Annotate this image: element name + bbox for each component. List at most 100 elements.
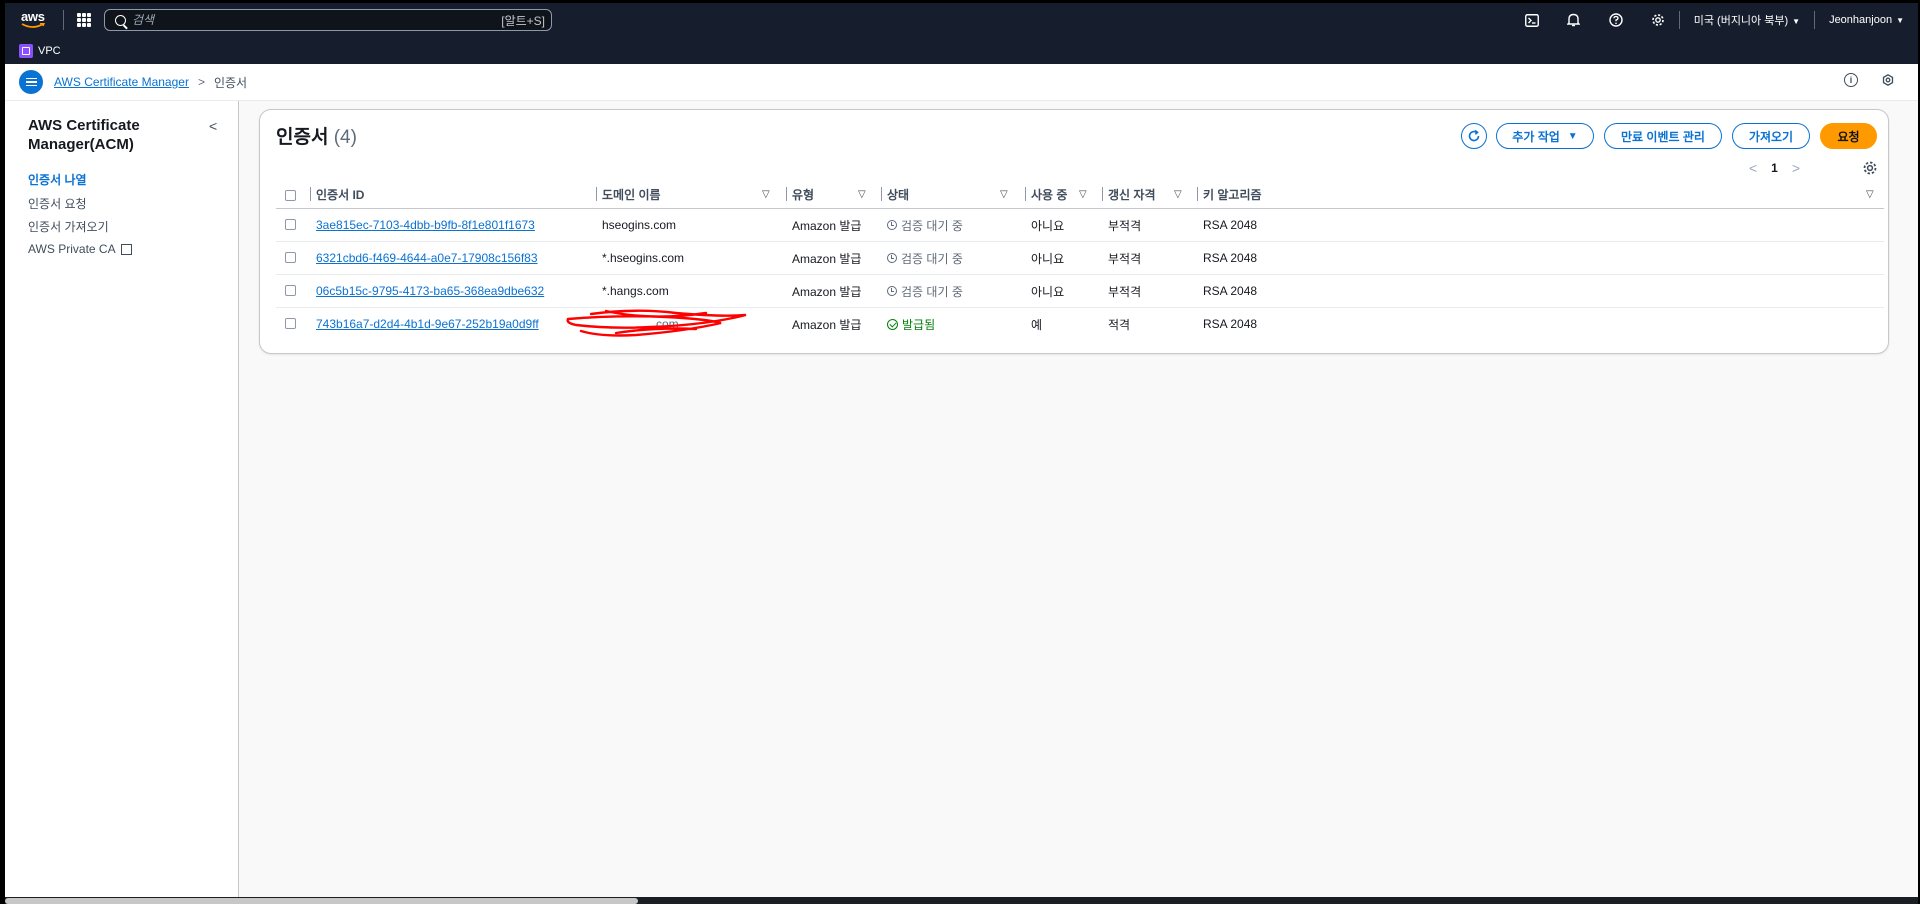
certificate-id-link[interactable]: 3ae815ec-7103-4dbb-b9fb-8f1e801f1673 bbox=[316, 218, 535, 232]
column-header-domain[interactable]: 도메인 이름 ▽ bbox=[602, 180, 782, 208]
side-nav-title: AWS Certificate Manager(ACM) bbox=[28, 117, 140, 153]
certificate-type: Amazon 발급 bbox=[792, 218, 862, 233]
in-use: 아니요 bbox=[1031, 218, 1065, 233]
sidebar-item-private-ca-label: AWS Private CA bbox=[28, 242, 116, 256]
region-selector[interactable]: 미국 (버지니아 북부) ▼ bbox=[1680, 12, 1814, 28]
cloudshell-icon[interactable] bbox=[1511, 13, 1553, 27]
horizontal-scrollbar[interactable] bbox=[5, 897, 1918, 904]
column-header-certificate-id[interactable]: 인증서 ID bbox=[316, 180, 364, 208]
column-header-type-label: 유형 bbox=[792, 187, 815, 202]
search-input[interactable] bbox=[126, 12, 502, 28]
external-link-icon bbox=[120, 244, 132, 256]
column-header-in-use[interactable]: 사용 중 ▽ bbox=[1031, 180, 1103, 208]
prev-page-icon[interactable]: < bbox=[1749, 160, 1757, 176]
column-header-key-algorithm[interactable]: 키 알고리즘 ▽ bbox=[1203, 180, 1878, 208]
certificate-id-link[interactable]: 743b16a7-d2d4-4b1d-9e67-252b19a0d9ff bbox=[316, 317, 539, 331]
column-header-renewal[interactable]: 갱신 자격 ▽ bbox=[1108, 180, 1198, 208]
search-box[interactable]: [알트+S] bbox=[104, 9, 552, 31]
sidebar-item-private-ca[interactable]: AWS Private CA bbox=[28, 242, 132, 256]
column-divider[interactable] bbox=[1102, 187, 1103, 201]
certificate-count: (4) bbox=[333, 127, 357, 148]
pagination: < 1 > bbox=[1749, 160, 1800, 176]
key-algorithm: RSA 2048 bbox=[1203, 284, 1258, 298]
row-checkbox[interactable] bbox=[285, 219, 296, 230]
status-text: 검증 대기 중 bbox=[901, 251, 963, 266]
column-header-status-label: 상태 bbox=[887, 187, 910, 202]
sort-icon[interactable]: ▽ bbox=[1079, 189, 1087, 200]
panel-title: 인증서 (4) bbox=[276, 122, 357, 149]
in-use: 아니요 bbox=[1031, 251, 1065, 266]
gear-icon[interactable] bbox=[1637, 13, 1679, 27]
sidebar-item-request-certificate[interactable]: 인증서 요청 bbox=[28, 195, 87, 212]
caret-down-icon: ▼ bbox=[1896, 16, 1904, 25]
table-row[interactable]: 3ae815ec-7103-4dbb-b9fb-8f1e801f1673 hse… bbox=[276, 209, 1884, 242]
status-text: 검증 대기 중 bbox=[901, 284, 963, 299]
account-menu[interactable]: Jeonhanjoon ▼ bbox=[1815, 14, 1918, 26]
refresh-button[interactable] bbox=[1461, 123, 1487, 149]
bell-icon[interactable] bbox=[1553, 13, 1595, 27]
domain-name: *.hangs.com bbox=[602, 284, 669, 298]
help-icon[interactable] bbox=[1595, 13, 1637, 27]
column-divider[interactable] bbox=[786, 187, 787, 201]
side-navigation: AWS Certificate Manager(ACM) < 인증서 나열 인증… bbox=[5, 101, 239, 901]
sort-icon[interactable]: ▽ bbox=[1000, 189, 1008, 200]
favorite-vpc[interactable]: VPC bbox=[19, 43, 61, 58]
certificate-id-link[interactable]: 6321cbd6-f469-4644-a0e7-17908c156f83 bbox=[316, 251, 538, 265]
collapse-icon[interactable]: < bbox=[209, 118, 217, 134]
column-divider[interactable] bbox=[881, 187, 882, 201]
breadcrumb-bar: AWS Certificate Manager > 인증서 i bbox=[5, 64, 1918, 101]
sort-icon[interactable]: ▽ bbox=[762, 189, 770, 200]
clock-icon bbox=[887, 253, 897, 263]
aws-logo[interactable]: aws bbox=[19, 9, 47, 31]
actions-button[interactable]: 추가 작업 ▼ bbox=[1496, 123, 1594, 149]
certificates-panel: 인증서 (4) 추가 작업 ▼ 만료 이벤트 관리 가져오기 요청 < 1 > 인… bbox=[259, 109, 1889, 354]
table-settings-icon[interactable] bbox=[1862, 160, 1878, 176]
row-checkbox[interactable] bbox=[285, 285, 296, 296]
table-row[interactable]: 743b16a7-d2d4-4b1d-9e67-252b19a0d9ff com… bbox=[276, 308, 1884, 340]
status-badge: 검증 대기 중 bbox=[887, 209, 963, 241]
region-label: 미국 (버지니아 북부) bbox=[1693, 15, 1789, 27]
page-number[interactable]: 1 bbox=[1771, 161, 1778, 175]
certificate-type: Amazon 발급 bbox=[792, 284, 862, 299]
apps-grid-icon[interactable] bbox=[77, 13, 91, 27]
main-content: 인증서 (4) 추가 작업 ▼ 만료 이벤트 관리 가져오기 요청 < 1 > 인… bbox=[239, 101, 1918, 901]
refresh-icon bbox=[1468, 129, 1480, 142]
status-badge: 검증 대기 중 bbox=[887, 275, 963, 307]
column-divider[interactable] bbox=[596, 187, 597, 201]
manage-expiry-events-button[interactable]: 만료 이벤트 관리 bbox=[1604, 123, 1722, 149]
renewal-eligibility: 부적격 bbox=[1108, 284, 1142, 299]
preferences-icon[interactable] bbox=[1882, 74, 1894, 86]
caret-down-icon: ▼ bbox=[1567, 130, 1578, 142]
scrollbar-thumb[interactable] bbox=[5, 898, 638, 904]
column-header-in-use-label: 사용 중 bbox=[1031, 187, 1068, 202]
sort-icon[interactable]: ▽ bbox=[858, 189, 866, 200]
column-divider[interactable] bbox=[1197, 187, 1198, 201]
renewal-eligibility: 부적격 bbox=[1108, 251, 1142, 266]
panel-title-text: 인증서 bbox=[276, 127, 329, 148]
clock-icon bbox=[887, 220, 897, 230]
sidebar-item-import-certificate[interactable]: 인증서 가져오기 bbox=[28, 218, 109, 235]
certificate-id-link[interactable]: 06c5b15c-9795-4173-ba65-368ea9dbe632 bbox=[316, 284, 544, 298]
info-icon[interactable]: i bbox=[1844, 73, 1858, 87]
select-all-checkbox[interactable] bbox=[285, 190, 296, 201]
row-checkbox[interactable] bbox=[285, 318, 296, 329]
column-header-type[interactable]: 유형 ▽ bbox=[792, 180, 877, 208]
status-text: 발급됨 bbox=[902, 317, 936, 332]
status-text: 검증 대기 중 bbox=[901, 218, 963, 233]
next-page-icon[interactable]: > bbox=[1792, 160, 1800, 176]
request-button[interactable]: 요청 bbox=[1820, 123, 1877, 149]
column-header-status[interactable]: 상태 ▽ bbox=[887, 180, 1021, 208]
row-checkbox[interactable] bbox=[285, 252, 296, 263]
sidebar-item-list-certificates[interactable]: 인증서 나열 bbox=[28, 171, 87, 188]
clock-icon bbox=[887, 286, 897, 296]
sort-icon[interactable]: ▽ bbox=[1866, 189, 1874, 200]
table-row[interactable]: 6321cbd6-f469-4644-a0e7-17908c156f83 *.h… bbox=[276, 242, 1884, 275]
table-row[interactable]: 06c5b15c-9795-4173-ba65-368ea9dbe632 *.h… bbox=[276, 275, 1884, 308]
sort-icon[interactable]: ▽ bbox=[1174, 189, 1182, 200]
breadcrumb-root[interactable]: AWS Certificate Manager bbox=[54, 75, 189, 89]
menu-icon[interactable] bbox=[19, 70, 43, 94]
account-name: Jeonhanjoon bbox=[1829, 14, 1893, 26]
import-button[interactable]: 가져오기 bbox=[1732, 123, 1810, 149]
caret-down-icon: ▼ bbox=[1792, 17, 1801, 26]
column-divider[interactable] bbox=[1025, 187, 1026, 201]
